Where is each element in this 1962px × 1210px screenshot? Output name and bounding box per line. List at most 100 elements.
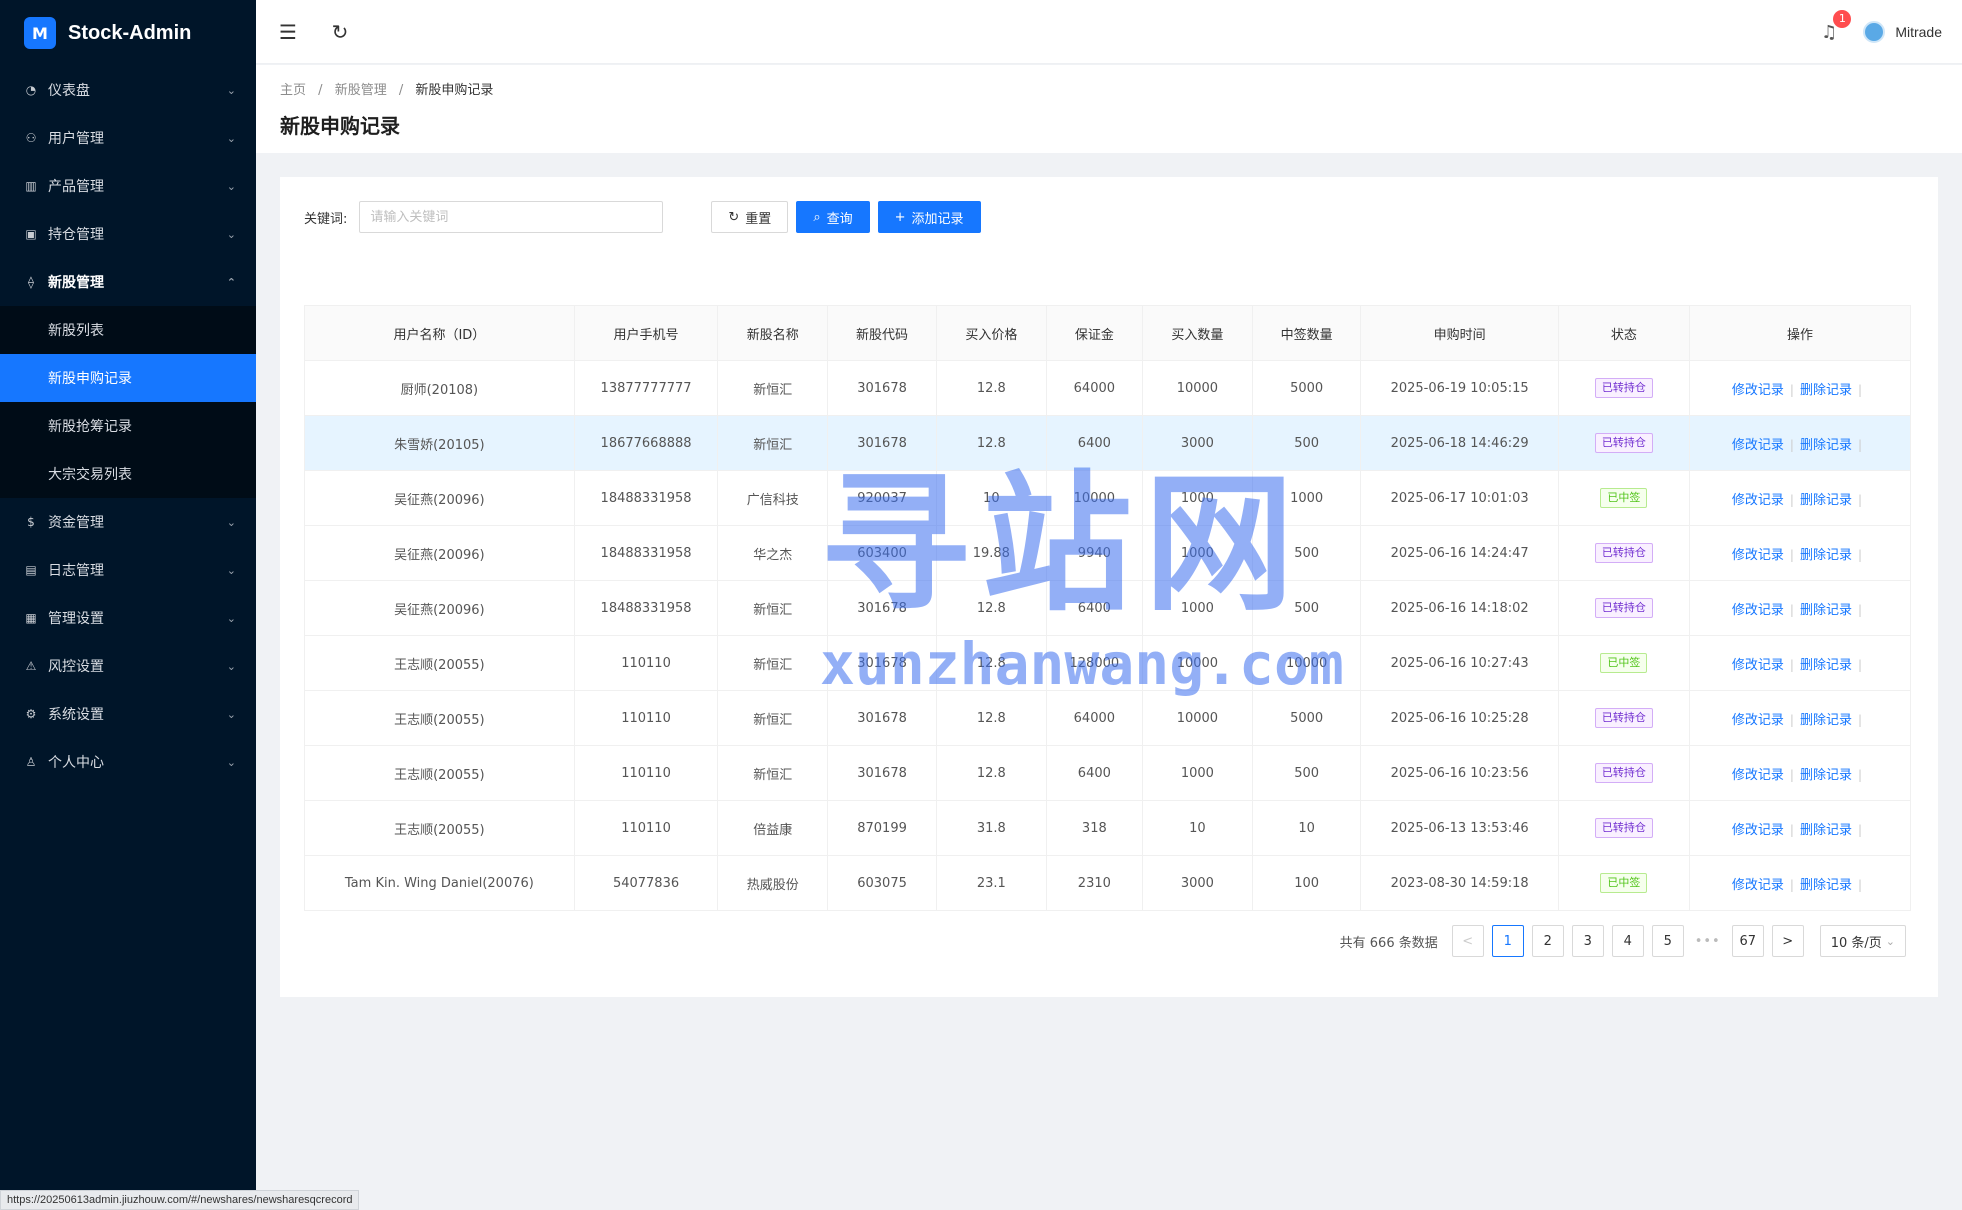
action-separator: | [1789, 712, 1794, 727]
next-page-button[interactable]: > [1771, 925, 1804, 957]
table-row[interactable]: 吴征燕(20096) 18488331958 广信科技 920037 10 10000 10… [304, 470, 1912, 526]
cell-qty: 1000 [1141, 580, 1253, 636]
keyword-input[interactable] [359, 201, 664, 233]
reset-button[interactable]: ↻ 重置 [711, 201, 789, 233]
table-row[interactable]: 王志顺(20055) 110110 新恒汇 301678 12.8 128000 10000… [304, 635, 1912, 691]
notification-bell[interactable]: ♫ 1 [1821, 9, 1852, 43]
add-record-button[interactable]: + 添加记录 [877, 201, 981, 233]
edit-record-link[interactable]: 修改记录 [1732, 493, 1784, 508]
delete-record-link[interactable]: 删除记录 [1800, 383, 1852, 398]
page-button[interactable]: 5 [1651, 925, 1684, 957]
sidebar-item-admin-settings[interactable]: ▦ 管理设置 ⌄ [0, 594, 256, 642]
status-badge: 已转持仓 [1594, 543, 1653, 563]
edit-record-link[interactable]: 修改记录 [1732, 548, 1784, 563]
delete-record-link[interactable]: 删除记录 [1800, 823, 1852, 838]
delete-record-link[interactable]: 删除记录 [1800, 713, 1852, 728]
page-ellipsis[interactable]: ••• [1692, 934, 1724, 949]
query-button[interactable]: ⌕ 查询 [796, 201, 870, 233]
breadcrumb-home[interactable]: 主页 [280, 83, 306, 98]
sidebar-item-label: 持仓管理 [48, 227, 104, 243]
cell-code: 870199 [827, 800, 937, 856]
avatar[interactable] [1863, 21, 1886, 43]
delete-record-link[interactable]: 删除记录 [1800, 493, 1852, 508]
reset-button-label: 重置 [745, 211, 772, 227]
sidebar-subitem[interactable]: 大宗交易列表 [0, 450, 256, 498]
delete-record-link[interactable]: 删除记录 [1800, 548, 1852, 563]
cell-time: 2025-06-17 10:01:03 [1360, 470, 1559, 526]
cell-name: 新恒汇 [717, 635, 829, 691]
prev-page-button[interactable]: < [1451, 925, 1484, 957]
cell-qty: 10000 [1141, 635, 1253, 691]
delete-record-link[interactable]: 删除记录 [1800, 658, 1852, 673]
column-header: 状态 [1557, 305, 1690, 361]
delete-record-link[interactable]: 删除记录 [1800, 603, 1852, 618]
refresh-icon[interactable]: ↻ [320, 20, 360, 44]
page-size-select[interactable]: 10 条/页 ⌄ [1819, 925, 1906, 957]
page-button[interactable]: 1 [1491, 925, 1524, 957]
edit-record-link[interactable]: 修改记录 [1732, 878, 1784, 893]
edit-record-link[interactable]: 修改记录 [1732, 603, 1784, 618]
status-badge: 已转持仓 [1594, 763, 1653, 783]
action-separator: | [1789, 382, 1794, 397]
cell-actions: 修改记录 | 删除记录 | [1688, 800, 1912, 856]
sidebar-subitem[interactable]: 新股申购记录 [0, 354, 256, 402]
cell-qty: 10000 [1141, 690, 1253, 746]
page-button[interactable]: 2 [1531, 925, 1564, 957]
cell-status: 已中签 [1557, 635, 1690, 691]
sidebar-subitem[interactable]: 新股列表 [0, 306, 256, 354]
cell-code: 920037 [827, 470, 937, 526]
action-separator: | [1857, 767, 1862, 782]
table-row[interactable]: 朱雪娇(20105) 18677668888 新恒汇 301678 12.8 6400 30… [304, 415, 1912, 471]
table-row[interactable]: Tam Kin. Wing Daniel(20076) 54077836 热威股份 6… [304, 855, 1912, 911]
user-name[interactable]: Mitrade [1895, 24, 1942, 40]
sidebar-item-warning[interactable]: ⚠ 风控设置 ⌄ [0, 642, 256, 690]
cell-status: 已中签 [1557, 470, 1690, 526]
edit-record-link[interactable]: 修改记录 [1732, 768, 1784, 783]
delete-record-link[interactable]: 删除记录 [1800, 438, 1852, 453]
sidebar-item-users[interactable]: ⚇ 用户管理 ⌄ [0, 114, 256, 162]
add-record-button-label: 添加记录 [911, 211, 964, 227]
status-badge: 已转持仓 [1594, 598, 1653, 618]
sidebar-menu-lower: $ 资金管理 ⌄ ▤ 日志管理 ⌄ ▦ 管理设置 ⌄ ⚠ 风控设置 ⌄ ⚙ 系统设置 ⌄ ♙ 个人中心 ⌄ [0, 498, 256, 786]
sidebar-item-ledger[interactable]: ▣ 持仓管理 ⌄ [0, 210, 256, 258]
sidebar-item-person[interactable]: ♙ 个人中心 ⌄ [0, 738, 256, 786]
page-button[interactable]: 4 [1611, 925, 1644, 957]
status-badge: 已中签 [1600, 653, 1648, 673]
delete-record-link[interactable]: 删除记录 [1800, 878, 1852, 893]
cell-code: 301678 [827, 745, 937, 801]
logo[interactable]: M Stock-Admin [0, 0, 256, 66]
edit-record-link[interactable]: 修改记录 [1732, 713, 1784, 728]
table-row[interactable]: 王志顺(20055) 110110 倍益康 870199 31.8 318 10 10 2025… [304, 800, 1912, 856]
cell-margin: 9940 [1045, 525, 1143, 581]
sidebar-subitem[interactable]: 新股抢筹记录 [0, 402, 256, 450]
delete-record-link[interactable]: 删除记录 [1800, 768, 1852, 783]
cell-user: 王志顺(20055) [304, 690, 575, 746]
page-button[interactable]: 3 [1571, 925, 1604, 957]
table-row[interactable]: 厨师(20108) 13877777777 新恒汇 301678 12.8 64000 10… [304, 360, 1912, 416]
table-row[interactable]: 王志顺(20055) 110110 新恒汇 301678 12.8 6400 1000 500… [304, 745, 1912, 801]
edit-record-link[interactable]: 修改记录 [1732, 823, 1784, 838]
cell-margin: 318 [1045, 800, 1143, 856]
notification-badge: 1 [1833, 9, 1852, 28]
sidebar-item-money[interactable]: $ 资金管理 ⌄ [0, 498, 256, 546]
breadcrumb-new-shares[interactable]: 新股管理 [335, 83, 387, 98]
cell-price: 12.8 [935, 360, 1047, 416]
sidebar-item-bar-chart[interactable]: ▥ 产品管理 ⌄ [0, 162, 256, 210]
sidebar-item-dashboard[interactable]: ◔ 仪表盘 ⌄ [0, 66, 256, 114]
edit-record-link[interactable]: 修改记录 [1732, 658, 1784, 673]
table-row[interactable]: 吴征燕(20096) 18488331958 华之杰 603400 19.88 9940 1… [304, 525, 1912, 581]
table-row[interactable]: 吴征燕(20096) 18488331958 新恒汇 301678 12.8 6400 10… [304, 580, 1912, 636]
sidebar-item-new-shares[interactable]: ⟠ 新股管理 ⌃ [0, 258, 256, 306]
edit-record-link[interactable]: 修改记录 [1732, 438, 1784, 453]
sidebar-item-gear[interactable]: ⚙ 系统设置 ⌄ [0, 690, 256, 738]
table-row[interactable]: 王志顺(20055) 110110 新恒汇 301678 12.8 64000 10000 5… [304, 690, 1912, 746]
person-icon: ♙ [25, 755, 37, 769]
menu-fold-icon[interactable]: ☰ [268, 20, 308, 44]
sidebar-item-log[interactable]: ▤ 日志管理 ⌄ [0, 546, 256, 594]
action-separator: | [1857, 437, 1862, 452]
edit-record-link[interactable]: 修改记录 [1732, 383, 1784, 398]
cell-won: 500 [1251, 745, 1362, 801]
cell-margin: 6400 [1045, 745, 1143, 801]
column-header: 用户手机号 [573, 305, 719, 361]
last-page-button[interactable]: 67 [1731, 925, 1764, 957]
